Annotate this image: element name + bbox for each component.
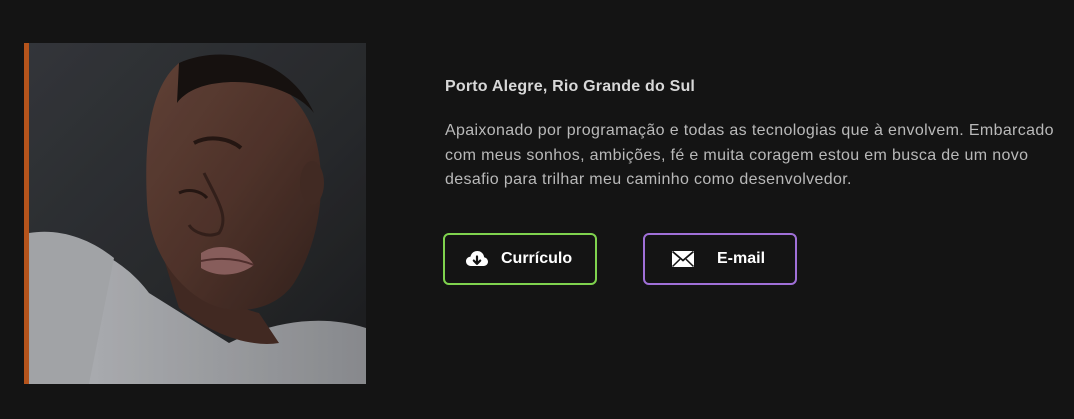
about-section: Porto Alegre, Rio Grande do Sul Apaixona… <box>0 0 1074 419</box>
bio-text: Apaixonado por programação e todas as te… <box>445 122 1054 188</box>
profile-info: Porto Alegre, Rio Grande do Sul Apaixona… <box>445 78 1065 193</box>
curriculum-download-button[interactable]: Currículo <box>443 233 597 285</box>
envelope-icon <box>671 250 695 268</box>
profile-photo <box>24 43 366 384</box>
curriculum-button-label: Currículo <box>501 250 573 267</box>
location-text: Porto Alegre, Rio Grande do Sul <box>445 78 696 95</box>
email-button[interactable]: E-mail <box>643 233 797 285</box>
email-button-label: E-mail <box>717 250 766 267</box>
cloud-download-icon <box>465 249 489 269</box>
